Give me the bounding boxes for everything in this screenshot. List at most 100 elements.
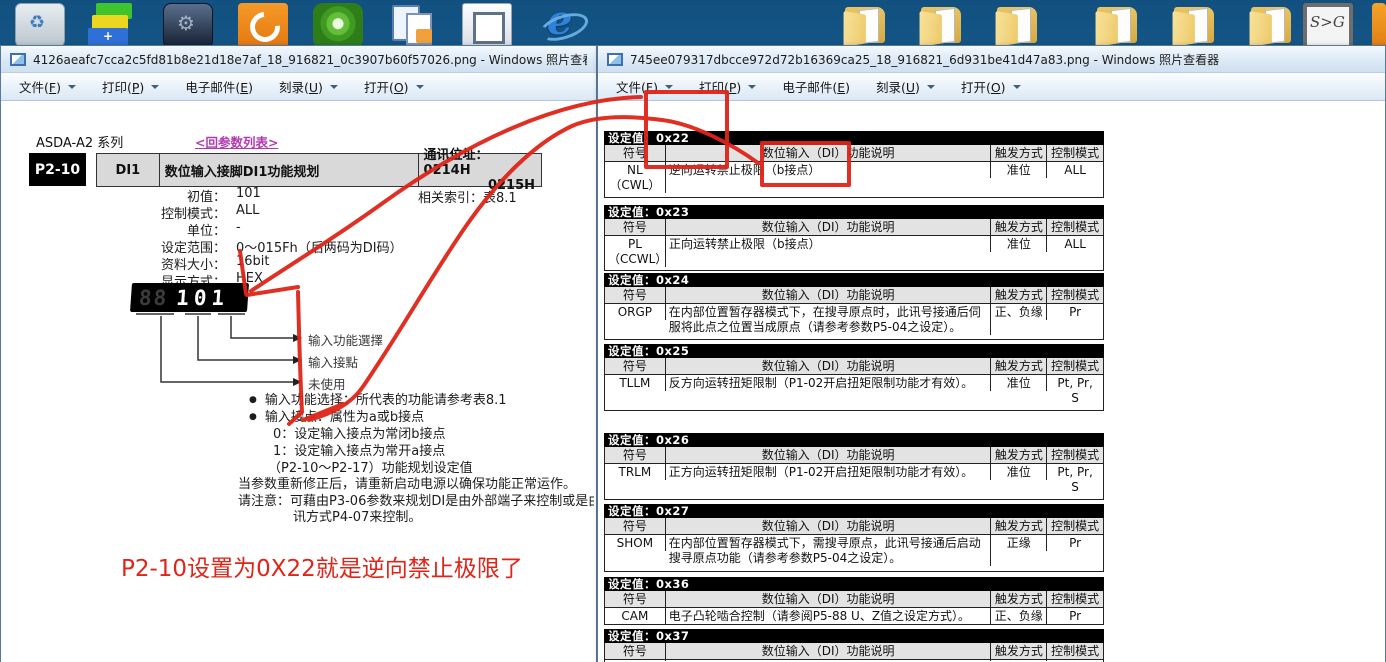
io-name-cell: DI1 [97,154,160,186]
mode-cell: Pt, Pr, S [1047,375,1103,406]
chevron-down-icon [68,85,76,89]
chevron-down-icon [330,85,338,89]
photo-viewer-window-left: 4126aeafc7cca2c5fd81b8e21d18e7af_18_9168… [0,45,597,662]
chevron-down-icon [748,85,756,89]
chevron-down-icon [927,85,935,89]
menu-file[interactable]: 文件(F) [19,77,76,96]
symbol-cell: ORGP [605,304,666,320]
menu-burn[interactable]: 刻录(U) [876,77,935,96]
folder-icon[interactable] [1172,3,1222,49]
desc-cell: 在内部位置暂存器模式下，在搜寻原点时，此讯号接通后伺服将此点之位置当成原点（请参… [666,304,992,335]
dark-tool-app-icon[interactable] [163,3,213,49]
menu-open[interactable]: 打开(O) [961,77,1021,96]
right-menubar: 文件(F) 打印(P) 电子邮件(E) 刻录(U) 打开(O) [598,73,1385,101]
documents-app-icon[interactable] [388,3,438,49]
folder-icon[interactable] [995,3,1045,49]
symbol-cell: TLLM [605,375,666,391]
bullet-icon: ● [249,412,257,422]
symbol-cell: SHOM [605,535,666,551]
handwritten-red-note: P2-10设置为0X22就是逆向禁止极限了 [121,549,523,583]
desc-cell: 电子凸轮啮合控制（请参阅P5-88 U、Z值之设定方式）。 [666,608,992,624]
left-titlebar[interactable]: 4126aeafc7cca2c5fd81b8e21d18e7af_18_9168… [1,46,596,73]
symbol-cell: PL （CCWL） [605,236,666,267]
function-diagram [128,311,313,396]
field-value: 101 [236,186,261,201]
trigger-cell [991,660,1047,661]
desc-cell: 反方向运转扭矩限制（P1-02开启扭矩限制功能才有效）。 [666,375,992,391]
trigger-cell: 正缘 [991,535,1047,551]
chevron-down-icon [151,85,159,89]
doc-line: 讯方式P4-07来控制。 [293,506,421,525]
di-table-0x37: 设定值：0x37 符号数位输入（DI）功能说明触发方式控制模式 [604,629,1104,662]
left-photo-content: ASDA-A2 系列 <回参数列表> P2-10 DI1 数位输入接脚DI1功能… [3,101,594,662]
back-to-param-list-link: <回参数列表> [195,132,278,151]
mode-cell: ALL [1047,162,1103,178]
stacked-folders-icon[interactable]: + [88,3,138,49]
right-titlebar[interactable]: 745ee079317dbcce972d72b16369ca25_18_9168… [598,46,1385,73]
menu-print[interactable]: 打印(P) [699,77,756,96]
field-value: 16bit [236,254,270,269]
symbol-cell: TRLM [605,464,666,480]
trigger-cell: 准位 [991,375,1047,391]
io-title-cell: 数位输入接脚DI1功能规划 [160,154,419,186]
photo-viewer-window-right: 745ee079317dbcce972d72b16369ca25_18_9168… [597,45,1386,662]
desc-cell: 在内部位置暂存器模式下，需搜寻原点，此讯号接通后启动搜寻原点功能（请参考参数P5… [666,535,992,566]
trigger-cell: 正、负缘 [991,608,1047,624]
desc-cell: 正方向运转扭矩限制（P1-02开启扭矩限制功能才有效）。 [666,464,992,480]
di-table-0x22: 设定值：0x22 符号数位输入（DI）功能说明触发方式控制模式 NL （CWL）… [604,131,1104,198]
callout-input-contact: 输入接點 [308,352,358,371]
mode-cell: Pr [1047,608,1103,624]
set-value-bar: 设定值：0x23 [604,205,1104,219]
folder-icon[interactable] [919,3,969,49]
menu-file[interactable]: 文件(F) [616,77,673,96]
orange-app-edge-icon[interactable] [1372,3,1386,49]
foxit-reader-icon[interactable] [238,3,288,49]
menu-open[interactable]: 打开(O) [364,77,424,96]
folder-icon[interactable] [843,3,893,49]
di-table-0x23: 设定值：0x23 符号数位输入（DI）功能说明触发方式控制模式 PL （CCWL… [604,205,1104,271]
bullet-icon: ● [249,395,257,405]
symbol-cell: NL （CWL） [605,162,666,193]
recycle-bin-icon[interactable] [15,3,65,49]
internet-explorer-icon[interactable] [537,3,587,49]
set-value-bar: 设定值：0x27 [604,504,1104,518]
param-header-table: DI1 数位输入接脚DI1功能规划 通讯位址：0214H 0215H [96,153,542,187]
menu-email[interactable]: 电子邮件(E) [185,77,253,96]
di-table-0x25: 设定值：0x25 符号数位输入（DI）功能说明触发方式控制模式 TLLM反方向运… [604,344,1104,411]
seven-segment-display: 88 101 [130,283,249,312]
mode-cell: Pr [1047,304,1103,320]
di-table-0x27: 设定值：0x27 符号数位输入（DI）功能说明触发方式控制模式 SHOM在内部位… [604,504,1104,572]
menu-print[interactable]: 打印(P) [102,77,159,96]
callout-input-function: 输入功能選擇 [308,330,383,349]
set-value-bar: 设定值：0x24 [604,273,1104,287]
di-table-0x36: 设定值：0x36 符号数位输入（DI）功能说明触发方式控制模式 CAM电子凸轮啮… [604,577,1104,625]
chevron-down-icon [416,85,424,89]
folder-icon[interactable] [1249,3,1299,49]
set-value-bar: 设定值：0x22 [604,131,1104,145]
field-value: - [236,220,241,235]
folder-icon[interactable] [1095,3,1145,49]
trigger-cell: 准位 [991,162,1047,178]
field-value: ALL [236,203,259,218]
chevron-down-icon [665,85,673,89]
chevron-down-icon [1013,85,1021,89]
right-window-title: 745ee079317dbcce972d72b16369ca25_18_9168… [630,51,1219,68]
trigger-cell: 正、负缘 [991,304,1047,320]
desktop: + S>G 4126aeafc7cca2c5fd81b8e21d18e7af_1… [0,0,1386,662]
left-menubar: 文件(F) 打印(P) 电子邮件(E) 刻录(U) 打开(O) [1,73,596,101]
trigger-cell: 准位 [991,236,1047,252]
green-radar-app-icon[interactable] [313,3,363,49]
set-value-bar: 设定值：0x26 [604,433,1104,447]
mode-cell: ALL [1047,236,1103,252]
symbol-cell: CAM [605,608,666,624]
desc-cell [666,660,992,661]
window-app-icon[interactable] [462,3,512,49]
mode-cell: Pr [1047,535,1103,551]
photo-viewer-icon [607,53,623,66]
doc-series-label: ASDA-A2 系列 [36,132,123,151]
sg-monitor-icon[interactable]: S>G [1303,3,1353,49]
mode-cell [1047,660,1103,661]
di-table-0x24: 设定值：0x24 符号数位输入（DI）功能说明触发方式控制模式 ORGP在内部位… [604,273,1104,340]
menu-burn[interactable]: 刻录(U) [279,77,338,96]
menu-email[interactable]: 电子邮件(E) [782,77,850,96]
